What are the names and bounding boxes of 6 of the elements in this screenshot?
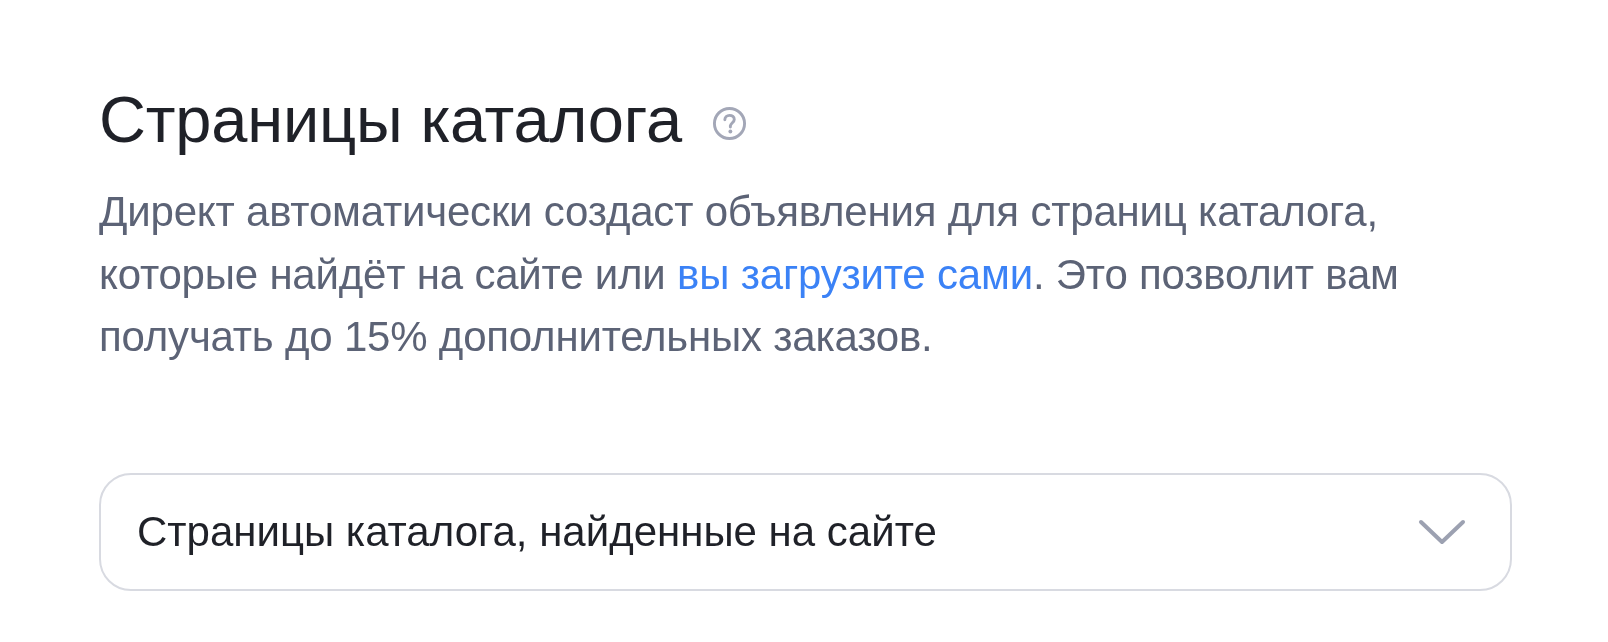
chevron-down-icon (1418, 518, 1466, 545)
catalog-pages-dropdown[interactable]: Страницы каталога, найденные на сайте (99, 472, 1512, 591)
upload-link[interactable]: вы загрузите сами (677, 250, 1033, 298)
description-text: Директ автоматически создаст объявления для страниц каталога, которые найдёт на сайте или вы загрузите сами. Это позволит вам получать до 15% дополнительных заказов. (99, 187, 1400, 362)
help-icon[interactable] (711, 105, 747, 141)
section-title: Страницы каталога (99, 82, 682, 158)
